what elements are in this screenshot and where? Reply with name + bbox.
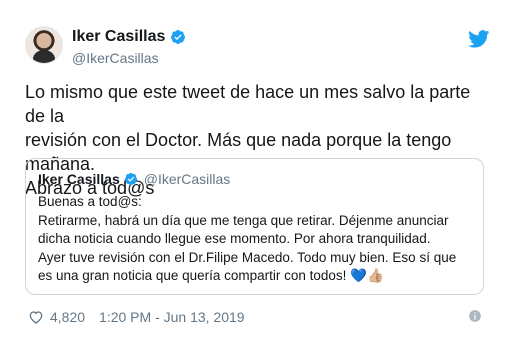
- author-name-row[interactable]: Iker Casillas: [72, 28, 186, 46]
- quoted-author-handle: @IkerCasillas: [143, 171, 231, 187]
- like-count[interactable]: 4,820: [50, 309, 85, 325]
- heart-icon[interactable]: [28, 309, 44, 325]
- tweet-card: Iker Casillas @IkerCasillas Lo mismo que…: [0, 0, 509, 345]
- author-display-name[interactable]: Iker Casillas: [72, 28, 165, 46]
- author-handle[interactable]: @IkerCasillas: [72, 50, 159, 66]
- verified-badge-icon: [171, 30, 186, 44]
- tweet-header: Iker Casillas @IkerCasillas: [25, 26, 490, 70]
- quoted-verified-badge-icon: [124, 172, 137, 186]
- quoted-tweet-body: Buenas a tod@s: Retirarme, habrá un día …: [38, 194, 457, 283]
- info-icon[interactable]: [468, 309, 482, 323]
- quoted-author-display-name: Iker Casillas: [38, 171, 120, 187]
- tweet-footer: 4,820 1:20 PM - Jun 13, 2019: [28, 307, 487, 327]
- avatar[interactable]: [25, 26, 63, 64]
- quoted-tweet-text: Buenas a tod@s: Retirarme, habrá un día …: [38, 193, 473, 286]
- twitter-bird-icon[interactable]: [468, 30, 490, 48]
- quoted-tweet[interactable]: Iker Casillas @IkerCasillas Buenas a tod…: [25, 158, 484, 295]
- quoted-tweet-header: Iker Casillas @IkerCasillas: [38, 171, 230, 187]
- quoted-tweet-emojis: 💙👍🏼: [350, 268, 384, 283]
- tweet-timestamp[interactable]: 1:20 PM - Jun 13, 2019: [99, 309, 245, 325]
